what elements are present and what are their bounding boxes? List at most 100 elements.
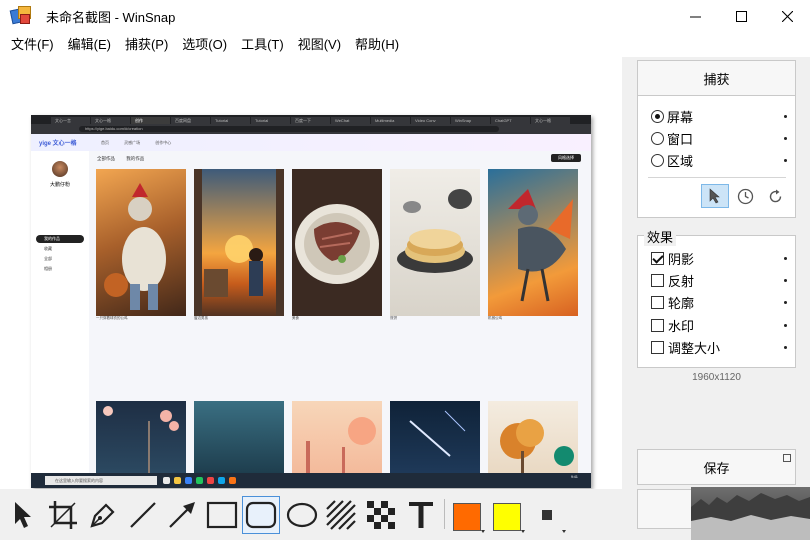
preview-thumbnail bbox=[691, 487, 810, 540]
radio-unchecked[interactable] bbox=[651, 153, 664, 167]
browser-tab: Tutorial bbox=[211, 117, 250, 124]
more-dot-icon[interactable] bbox=[784, 300, 787, 304]
effect-watermark[interactable]: 水印 bbox=[651, 314, 787, 336]
browser-tab: WeChat bbox=[331, 117, 370, 124]
checkbox-checked[interactable] bbox=[651, 251, 664, 265]
line-width-tool[interactable] bbox=[528, 496, 566, 534]
capture-button[interactable]: 捕获 bbox=[637, 60, 796, 96]
arrow-tool[interactable] bbox=[163, 496, 201, 534]
title-bar: 未命名截图 - WinSnap bbox=[0, 0, 810, 32]
image-caption: 机械公鸡 bbox=[488, 316, 578, 322]
taskbar-app-icon bbox=[218, 477, 225, 484]
captured-screenshot[interactable]: 文心一言 文心一格 创作 百度网盘 Tutorial Tutorial 百度一下… bbox=[31, 115, 591, 488]
browser-tab: Video Conv bbox=[411, 117, 450, 124]
pixelate-tool[interactable] bbox=[362, 496, 400, 534]
image-caption: 美食 bbox=[292, 316, 382, 322]
taskbar-app-icon bbox=[174, 477, 181, 484]
taskbar-app-icon bbox=[185, 477, 192, 484]
effects-title: 效果 bbox=[644, 227, 677, 246]
radio-unchecked[interactable] bbox=[651, 131, 664, 145]
taskbar-app-icon bbox=[196, 477, 203, 484]
rectangle-tool[interactable] bbox=[203, 496, 241, 534]
winsnap-app-icon[interactable] bbox=[9, 6, 33, 26]
avatar bbox=[52, 161, 68, 177]
menu-help[interactable]: 帮助(H) bbox=[348, 32, 406, 57]
browser-address-bar: https://yige.baidu.com/#/creation bbox=[31, 124, 591, 134]
capture-mode-window[interactable]: 窗口 bbox=[651, 127, 787, 149]
gallery-image-rooster: 一只穿着球衣的公鸡 bbox=[96, 169, 186, 322]
effect-label: 调整大小 bbox=[668, 340, 721, 356]
image-canvas[interactable]: 文心一言 文心一格 创作 百度网盘 Tutorial Tutorial 百度一下… bbox=[0, 57, 622, 489]
delay-timer-button[interactable] bbox=[731, 184, 759, 208]
browser-tab: 百度一下 bbox=[291, 117, 330, 124]
checkbox-unchecked[interactable] bbox=[651, 318, 664, 332]
secondary-color-dropdown-icon[interactable] bbox=[521, 530, 525, 533]
repeat-capture-button[interactable] bbox=[761, 184, 789, 208]
content-tab: 我的作品 bbox=[126, 156, 145, 161]
gallery-image-mech-rooster: 机械公鸡 bbox=[488, 169, 578, 322]
primary-color-dropdown-icon[interactable] bbox=[481, 530, 485, 533]
close-icon bbox=[781, 10, 793, 22]
more-dot-icon[interactable] bbox=[784, 323, 787, 327]
maximize-button[interactable] bbox=[718, 0, 764, 32]
gallery-image-blossoms bbox=[96, 401, 186, 476]
site-sidebar: 大鹏仔粉 我的作品 收藏 全部 相册 bbox=[31, 151, 89, 473]
window-title: 未命名截图 - WinSnap bbox=[46, 9, 176, 25]
minimize-button[interactable] bbox=[672, 0, 718, 32]
menu-tools[interactable]: 工具(T) bbox=[234, 32, 291, 57]
more-dot-icon[interactable] bbox=[784, 345, 787, 349]
line-tool[interactable] bbox=[124, 496, 162, 534]
save-button[interactable]: 保存 bbox=[637, 449, 796, 485]
capture-mode-screen[interactable]: 屏幕 bbox=[651, 105, 787, 127]
effect-shadow[interactable]: 阴影 bbox=[651, 247, 787, 269]
crop-tool[interactable] bbox=[44, 496, 82, 534]
save-options-icon[interactable] bbox=[783, 454, 791, 462]
menu-options[interactable]: 选项(O) bbox=[175, 32, 234, 57]
close-button[interactable] bbox=[764, 0, 810, 32]
pen-icon bbox=[90, 503, 115, 528]
crop-icon bbox=[49, 501, 77, 529]
gallery-image-autumn-tree bbox=[488, 401, 578, 476]
primary-color-swatch[interactable] bbox=[453, 503, 481, 531]
menu-capture[interactable]: 捕获(P) bbox=[118, 32, 175, 57]
text-tool[interactable] bbox=[402, 496, 440, 534]
effect-resize[interactable]: 调整大小 bbox=[651, 336, 787, 358]
drawing-toolbar bbox=[0, 489, 622, 540]
capture-mode-label: 窗口 bbox=[667, 131, 694, 147]
more-dot-icon[interactable] bbox=[784, 114, 787, 118]
browser-tab: ChatGPT bbox=[491, 117, 530, 124]
browser-url: https://yige.baidu.com/#/creation bbox=[79, 126, 499, 132]
menu-file[interactable]: 文件(F) bbox=[4, 32, 61, 57]
checkbox-unchecked[interactable] bbox=[651, 295, 664, 309]
capture-mode-region[interactable]: 区域 bbox=[651, 149, 787, 171]
image-caption: 窗边男孩 bbox=[194, 316, 284, 322]
checkbox-unchecked[interactable] bbox=[651, 340, 664, 354]
more-dot-icon[interactable] bbox=[784, 278, 787, 282]
ellipse-icon bbox=[286, 502, 318, 528]
more-dot-icon[interactable] bbox=[784, 256, 787, 260]
divider bbox=[648, 177, 786, 178]
site-side-item: 全部 bbox=[44, 256, 52, 261]
secondary-color-swatch[interactable] bbox=[493, 503, 521, 531]
ellipse-tool[interactable] bbox=[283, 496, 321, 534]
menu-edit[interactable]: 编辑(E) bbox=[61, 32, 118, 57]
gallery-image-boy-window: 窗边男孩 bbox=[194, 169, 284, 322]
hatch-tool[interactable] bbox=[322, 496, 360, 534]
effect-outline[interactable]: 轮廓 bbox=[651, 291, 787, 313]
maximize-icon bbox=[735, 10, 747, 22]
checkbox-unchecked[interactable] bbox=[651, 273, 664, 287]
pointer-mode-button[interactable] bbox=[701, 184, 729, 208]
menu-view[interactable]: 视图(V) bbox=[291, 32, 348, 57]
rounded-rectangle-tool[interactable] bbox=[242, 496, 280, 534]
more-dot-icon[interactable] bbox=[784, 158, 787, 162]
more-dot-icon[interactable] bbox=[784, 136, 787, 140]
effect-reflection[interactable]: 反射 bbox=[651, 269, 787, 291]
refresh-icon bbox=[769, 189, 781, 202]
radio-checked[interactable] bbox=[651, 109, 664, 123]
site-nav-item: 创作中心 bbox=[155, 140, 172, 145]
line-icon bbox=[130, 502, 156, 528]
pen-tool[interactable] bbox=[84, 496, 122, 534]
capture-mode-label: 区域 bbox=[667, 153, 694, 169]
select-tool[interactable] bbox=[4, 496, 42, 534]
line-width-dropdown-icon[interactable] bbox=[562, 530, 566, 533]
